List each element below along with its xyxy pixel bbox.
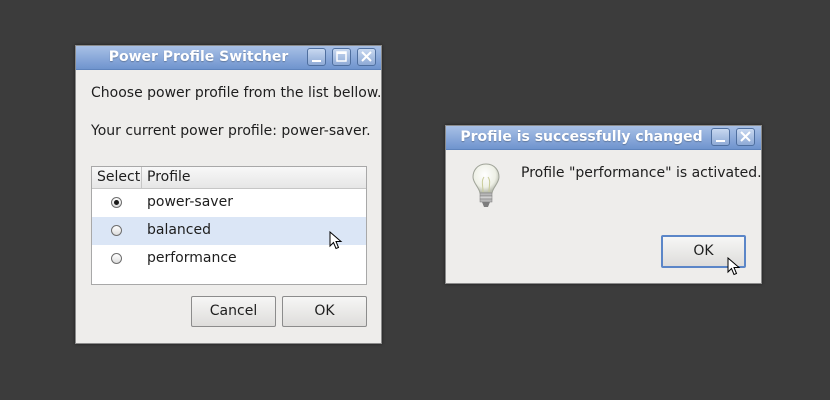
- column-header-profile-label: Profile: [147, 169, 191, 185]
- profile-row-balanced[interactable]: balanced: [92, 217, 366, 245]
- profile-row-performance[interactable]: performance: [92, 245, 366, 273]
- cancel-button-label: Cancel: [209, 303, 258, 319]
- minimize-icon: [312, 60, 321, 62]
- maximize-button[interactable]: [332, 48, 351, 66]
- close-button[interactable]: [357, 48, 376, 66]
- dialog-title: Profile is successfully changed: [460, 129, 703, 145]
- dialog-minimize-button[interactable]: [711, 128, 730, 146]
- profile-label: performance: [147, 250, 237, 266]
- mouse-pointer-icon: [329, 231, 343, 250]
- dialog-titlebar[interactable]: Profile is successfully changed: [446, 126, 761, 150]
- profile-label: balanced: [147, 222, 212, 238]
- close-icon: [361, 51, 372, 62]
- profile-list: Select Profile power-saver balanced perf…: [91, 166, 367, 285]
- ok-button[interactable]: OK: [282, 296, 367, 327]
- power-profile-switcher-window: Power Profile Switcher Choose power prof…: [75, 45, 382, 344]
- cancel-button[interactable]: Cancel: [191, 296, 276, 327]
- profile-row-power-saver[interactable]: power-saver: [92, 189, 366, 217]
- column-header-select-label: Select: [97, 169, 141, 185]
- dialog-message: Profile "performance" is activated.: [521, 165, 762, 181]
- column-header-select[interactable]: Select: [92, 167, 142, 188]
- switcher-titlebar[interactable]: Power Profile Switcher: [76, 46, 381, 70]
- minimize-button[interactable]: [307, 48, 326, 66]
- profile-radio-power-saver[interactable]: [111, 197, 122, 208]
- dialog-close-button[interactable]: [736, 128, 755, 146]
- profile-label: power-saver: [147, 194, 233, 210]
- current-profile-text: Your current power profile: power-saver.: [91, 123, 371, 139]
- profile-changed-dialog: Profile is successfully changed Profile …: [445, 125, 762, 284]
- list-header: Select Profile: [92, 167, 366, 189]
- switcher-title: Power Profile Switcher: [108, 49, 289, 65]
- column-header-profile[interactable]: Profile: [142, 167, 366, 188]
- profile-radio-performance[interactable]: [111, 253, 122, 264]
- ok-button-label: OK: [314, 303, 335, 319]
- instruction-text: Choose power profile from the list bello…: [91, 85, 382, 101]
- mouse-pointer-icon: [727, 257, 741, 276]
- profile-radio-balanced[interactable]: [111, 225, 122, 236]
- maximize-icon: [336, 51, 347, 62]
- lightbulb-icon: [472, 163, 500, 207]
- minimize-icon: [716, 140, 725, 142]
- close-icon: [740, 131, 751, 142]
